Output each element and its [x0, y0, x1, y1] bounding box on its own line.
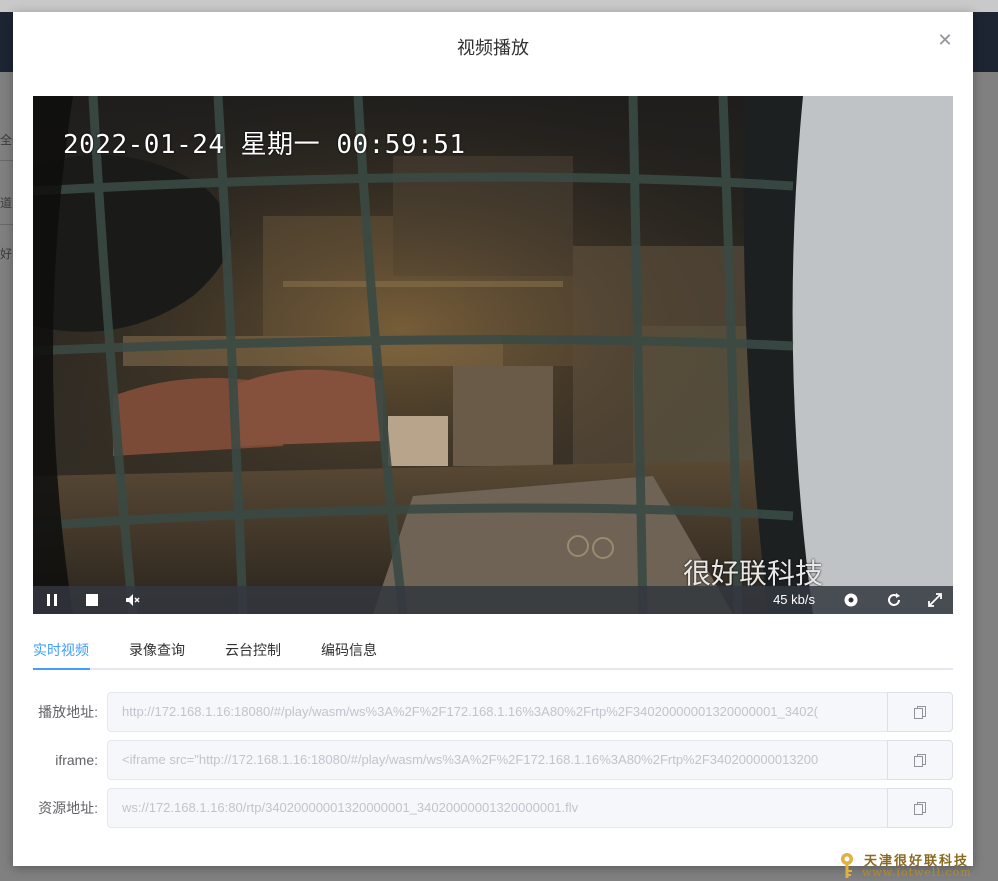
tab-recording-query[interactable]: 录像查询: [129, 632, 185, 670]
copy-icon: [914, 753, 926, 767]
bg-fragment-3: 好: [0, 247, 13, 261]
play-url-field[interactable]: http://172.168.1.16:18080/#/play/wasm/ws…: [107, 692, 888, 732]
key-logo-icon: [841, 853, 853, 878]
field-row-resource-url: 资源地址: ws://172.168.1.16:80/rtp/340200000…: [13, 788, 973, 828]
mute-icon[interactable]: [122, 586, 144, 614]
stop-icon[interactable]: [81, 586, 103, 614]
fullscreen-icon[interactable]: [924, 586, 946, 614]
copy-icon: [914, 801, 926, 815]
active-tab-indicator: [33, 668, 90, 670]
tab-encoding-info[interactable]: 编码信息: [321, 632, 377, 670]
resource-url-label: 资源地址:: [38, 800, 98, 816]
tab-live-video[interactable]: 实时视频: [33, 632, 89, 670]
field-row-play-url: 播放地址: http://172.168.1.16:18080/#/play/w…: [13, 692, 973, 732]
watermark-url: www.iotwell.com: [862, 866, 972, 879]
info-tabs: 实时视频 录像查询 云台控制 编码信息: [33, 632, 953, 670]
copy-play-url-button[interactable]: [887, 692, 953, 732]
screenshot-icon[interactable]: [840, 586, 862, 614]
resource-url-field[interactable]: ws://172.168.1.16:80/rtp/340200000013200…: [107, 788, 888, 828]
pause-icon[interactable]: [41, 586, 63, 614]
watermark: 天津很好联科技 www.iotwell.com: [836, 850, 996, 881]
video-timestamp-overlay: 2022-01-24 星期一 00:59:51: [63, 130, 466, 160]
iframe-label: iframe:: [55, 752, 98, 768]
video-play-dialog: 视频播放 ✕ 2022-01-24 星期一 00:59:51 很好联科技 45 …: [13, 12, 973, 866]
video-frame-image: [33, 96, 953, 614]
copy-icon: [914, 705, 926, 719]
bitrate-readout: 45 kb/s: [773, 592, 815, 607]
tab-ptz-control[interactable]: 云台控制: [225, 632, 281, 670]
player-control-bar: 45 kb/s: [33, 586, 953, 614]
play-url-label: 播放地址:: [38, 704, 98, 720]
dialog-title: 视频播放: [457, 38, 529, 58]
close-icon[interactable]: ✕: [935, 30, 955, 50]
iframe-field[interactable]: <iframe src="http://172.168.1.16:18080/#…: [107, 740, 888, 780]
browser-top-strip: [0, 0, 998, 12]
refresh-icon[interactable]: [883, 586, 905, 614]
bg-fragment-2: 道: [0, 196, 13, 210]
copy-resource-url-button[interactable]: [887, 788, 953, 828]
field-row-iframe: iframe: <iframe src="http://172.168.1.16…: [13, 740, 973, 780]
copy-iframe-button[interactable]: [887, 740, 953, 780]
bg-divider: [0, 224, 14, 225]
bg-divider: [0, 160, 14, 161]
video-player[interactable]: 2022-01-24 星期一 00:59:51 很好联科技 45 kb/s: [33, 96, 953, 614]
